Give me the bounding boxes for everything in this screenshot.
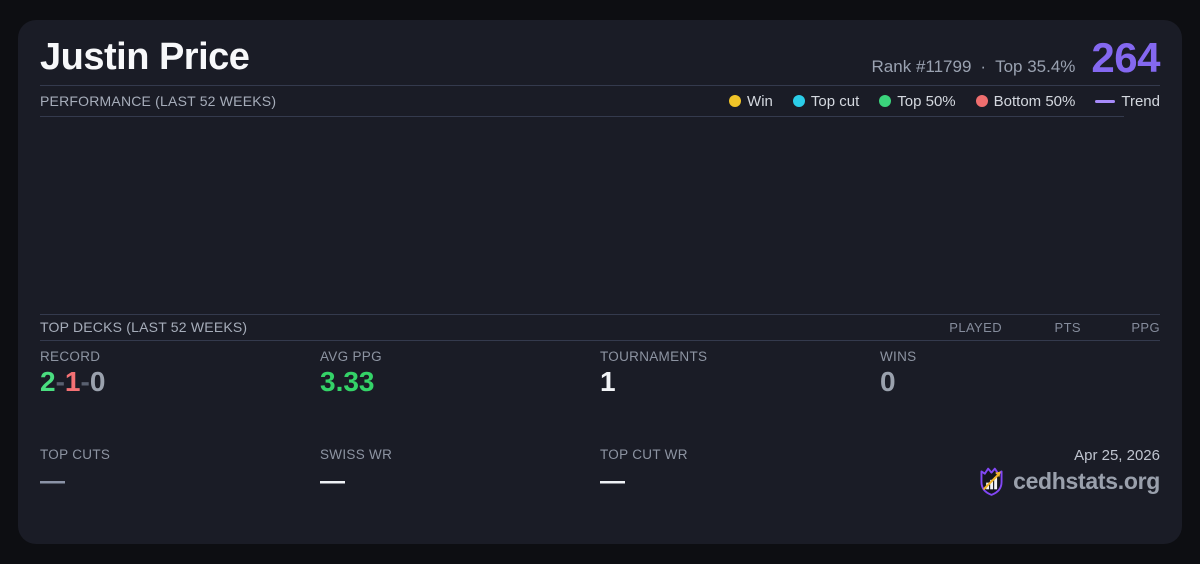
legend-item-top-cut: Top cut xyxy=(792,92,860,110)
record-value: 2-1-0 xyxy=(40,365,320,398)
stat-swiss-wr: SWISS WR — xyxy=(320,446,600,544)
top-cut-dot-icon xyxy=(792,95,805,107)
column-pts: PTS xyxy=(1054,319,1081,335)
column-ppg: PPG xyxy=(1131,319,1160,335)
deck-column-headers: PLAYED PTS PPG xyxy=(923,320,1160,335)
win-dot-icon xyxy=(729,95,742,107)
rank-separator: · xyxy=(980,56,987,76)
header-right: Rank #11799 · Top 35.4% 264 xyxy=(872,33,1161,82)
rank-label: Rank #11799 xyxy=(871,56,972,76)
performance-chart xyxy=(40,117,1160,314)
legend-item-trend: Trend xyxy=(1095,93,1160,110)
legend-top50-label: Top 50% xyxy=(897,92,956,110)
performance-title: PERFORMANCE (LAST 52 WEEKS) xyxy=(40,93,277,109)
stat-tournaments: TOURNAMENTS 1 xyxy=(600,348,880,446)
legend-top-cut-label: Top cut xyxy=(810,92,860,110)
stats-grid: RECORD 2-1-0 AVG PPG 3.33 TOURNAMENTS 1 … xyxy=(40,341,1160,545)
player-name: Justin Price xyxy=(40,36,250,78)
record-wins: 2 xyxy=(40,365,56,397)
legend-win-label: Win xyxy=(747,92,773,110)
record-draws: 0 xyxy=(89,365,106,397)
trend-line-icon xyxy=(1095,99,1116,103)
legend-item-win: Win xyxy=(729,93,773,110)
legend-item-top50: Top 50% xyxy=(879,92,956,110)
footer-date: Apr 25, 2026 xyxy=(1074,446,1160,464)
avg-ppg-value: 3.33 xyxy=(320,365,375,397)
record-sep2: - xyxy=(80,365,90,397)
record-sep1: - xyxy=(55,365,65,397)
top-decks-header-row: TOP DECKS (LAST 52 WEEKS) PLAYED PTS PPG xyxy=(40,313,1160,341)
legend-trend-label: Trend xyxy=(1121,92,1160,110)
top-decks-title: TOP DECKS (LAST 52 WEEKS) xyxy=(40,319,248,335)
swiss-wr-label: SWISS WR xyxy=(320,446,393,462)
legend-item-bottom50: Bottom 50% xyxy=(975,92,1076,110)
player-score: 264 xyxy=(1091,33,1160,81)
stat-top-cuts: TOP CUTS — xyxy=(40,446,320,544)
wins-value: 0 xyxy=(880,365,896,397)
stat-record: RECORD 2-1-0 xyxy=(40,348,320,446)
bottom50-dot-icon xyxy=(975,95,988,107)
record-losses: 1 xyxy=(64,365,81,397)
column-played: PLAYED xyxy=(949,319,1002,335)
top-cuts-label: TOP CUTS xyxy=(40,446,111,462)
wins-label: WINS xyxy=(880,348,917,364)
card-header: Justin Price Rank #11799 · Top 35.4% 264 xyxy=(40,20,1160,86)
chart-legend: Win Top cut Top 50% Bottom 50% Trend xyxy=(729,93,1160,110)
legend-bottom50-label: Bottom 50% xyxy=(993,92,1076,110)
record-label: RECORD xyxy=(40,348,101,364)
top-percent-label: Top 35.4% xyxy=(995,56,1076,76)
swiss-wr-value: — xyxy=(320,466,345,495)
top-cut-wr-value: — xyxy=(600,466,625,495)
avg-ppg-label: AVG PPG xyxy=(320,348,382,364)
rank-line: Rank #11799 · Top 35.4% xyxy=(872,57,1076,77)
stat-avg-ppg: AVG PPG 3.33 xyxy=(320,348,600,446)
stat-wins: WINS 0 xyxy=(880,348,1160,446)
stat-top-cut-wr: TOP CUT WR — xyxy=(600,446,880,544)
tournaments-value: 1 xyxy=(600,365,616,397)
footer-cell: Apr 25, 2026 cedhstats.org xyxy=(880,446,1160,544)
top-cuts-value: — xyxy=(40,466,65,495)
brand-text: cedhstats.org xyxy=(1013,467,1160,494)
player-stats-card: Justin Price Rank #11799 · Top 35.4% 264… xyxy=(18,20,1182,544)
performance-header-row: PERFORMANCE (LAST 52 WEEKS) Win Top cut … xyxy=(40,86,1160,116)
cedhstats-shield-logo-icon xyxy=(980,467,1003,496)
top50-dot-icon xyxy=(879,95,892,107)
top-cut-wr-label: TOP CUT WR xyxy=(600,446,688,462)
tournaments-label: TOURNAMENTS xyxy=(600,348,708,364)
brand-row[interactable]: cedhstats.org xyxy=(978,467,1160,496)
